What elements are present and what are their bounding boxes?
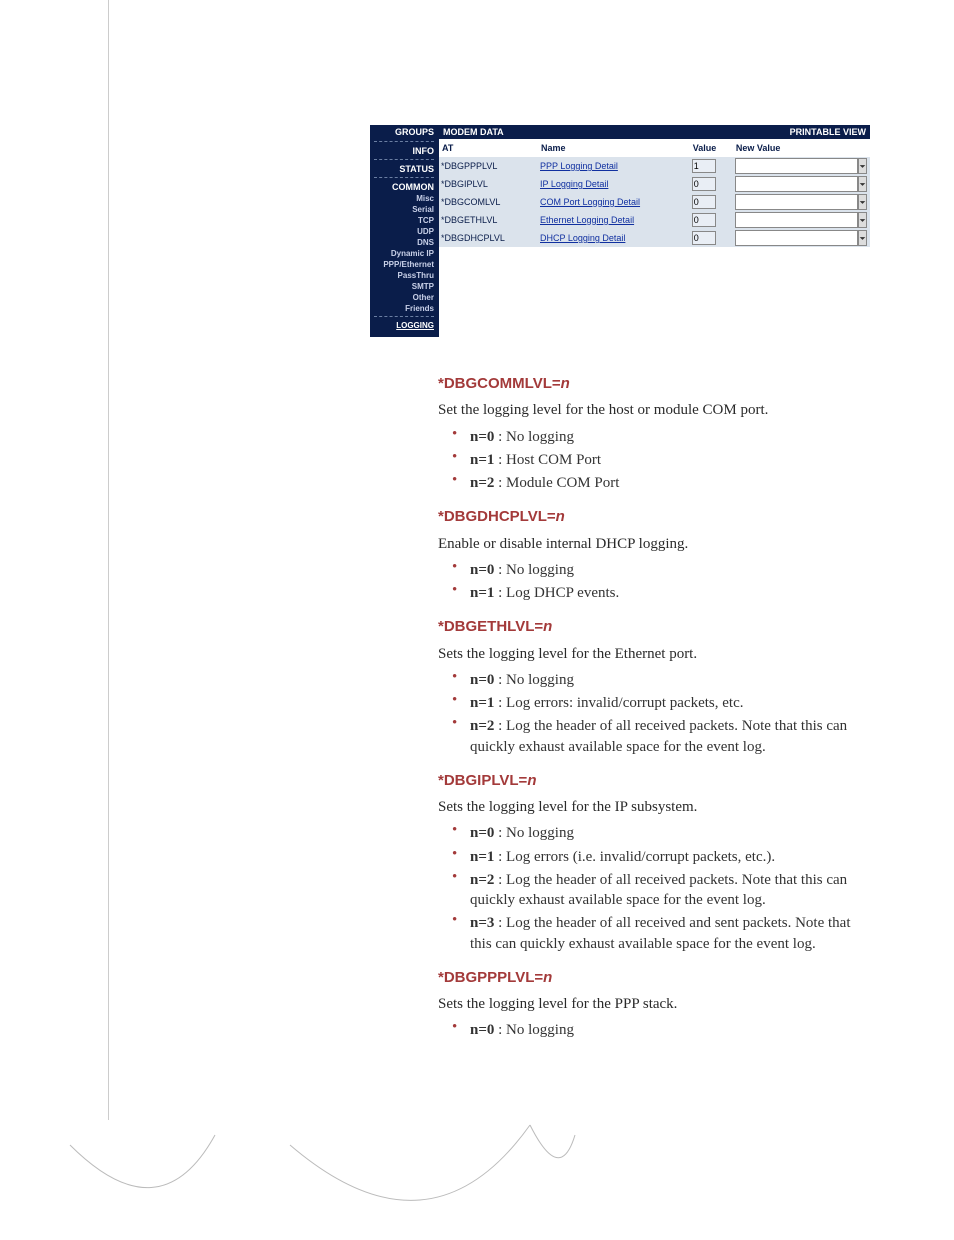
cell-name-link[interactable]: IP Logging Detail xyxy=(538,175,690,193)
newvalue-input[interactable] xyxy=(735,230,858,246)
cell-name-link[interactable]: Ethernet Logging Detail xyxy=(538,211,690,229)
printable-view-link[interactable]: PRINTABLE VIEW xyxy=(790,127,866,137)
sidebar-separator xyxy=(374,141,434,143)
sidebar-item[interactable]: Other xyxy=(370,292,438,303)
cell-name-link[interactable]: COM Port Logging Detail xyxy=(538,193,690,211)
col-name: Name xyxy=(538,139,690,157)
option-item: n=1 : Log errors (i.e. invalid/corrupt p… xyxy=(464,847,868,867)
cell-at: *DBGCOMLVL xyxy=(439,193,538,211)
value-input[interactable] xyxy=(692,195,716,209)
sidebar: GROUPS INFOSTATUSCOMMONMiscSerialTCPUDPD… xyxy=(370,125,438,337)
option-item: n=2 : Log the header of all received pac… xyxy=(464,870,868,911)
newvalue-input[interactable] xyxy=(735,158,858,174)
command-heading: *DBGPPPLVL=n xyxy=(438,968,868,988)
chevron-down-icon[interactable] xyxy=(858,158,867,174)
sidebar-header: GROUPS xyxy=(370,125,438,139)
sidebar-separator xyxy=(374,177,434,179)
sidebar-item[interactable]: Misc xyxy=(370,193,438,204)
sidebar-item[interactable]: Serial xyxy=(370,204,438,215)
option-item: n=2 : Module COM Port xyxy=(464,473,868,493)
cell-at: *DBGPPPLVL xyxy=(439,157,538,175)
sidebar-item[interactable]: INFO xyxy=(370,145,438,157)
command-description: Enable or disable internal DHCP logging. xyxy=(438,534,868,554)
option-item: n=1 : Log errors: invalid/corrupt packet… xyxy=(464,693,868,713)
panel-banner: MODEM DATA PRINTABLE VIEW xyxy=(439,125,870,139)
logging-table: AT Name Value New Value *DBGPPPLVLPPP Lo… xyxy=(439,139,870,247)
cell-at: *DBGDHCPLVL xyxy=(439,229,538,247)
option-list: n=0 : No logging xyxy=(438,1020,868,1040)
sidebar-item[interactable]: SMTP xyxy=(370,281,438,292)
sidebar-item[interactable]: PPP/Ethernet xyxy=(370,259,438,270)
newvalue-input[interactable] xyxy=(735,212,858,228)
option-item: n=0 : No logging xyxy=(464,560,868,580)
command-description: Set the logging level for the host or mo… xyxy=(438,400,868,420)
newvalue-input[interactable] xyxy=(735,176,858,192)
option-list: n=0 : No logging n=1 : Log errors (i.e. i… xyxy=(438,823,868,954)
option-item: n=0 : No logging xyxy=(464,670,868,690)
option-item: n=3 : Log the header of all received and… xyxy=(464,913,868,954)
cell-at: *DBGIPLVL xyxy=(439,175,538,193)
sidebar-item[interactable]: Dynamic IP xyxy=(370,248,438,259)
table-row: *DBGETHLVLEthernet Logging Detail xyxy=(439,211,870,229)
table-row: *DBGDHCPLVLDHCP Logging Detail xyxy=(439,229,870,247)
cell-at: *DBGETHLVL xyxy=(439,211,538,229)
command-heading: *DBGIPLVL=n xyxy=(438,771,868,791)
sidebar-item[interactable]: UDP xyxy=(370,226,438,237)
chevron-down-icon[interactable] xyxy=(858,212,867,228)
command-description: Sets the logging level for the PPP stack… xyxy=(438,994,868,1014)
option-item: n=0 : No logging xyxy=(464,1020,868,1040)
command-description: Sets the logging level for the IP subsys… xyxy=(438,797,868,817)
modem-config-panel: GROUPS INFOSTATUSCOMMONMiscSerialTCPUDPD… xyxy=(370,125,870,337)
sidebar-separator xyxy=(374,316,434,318)
table-row: *DBGPPPLVLPPP Logging Detail xyxy=(439,157,870,175)
command-description: Sets the logging level for the Ethernet … xyxy=(438,644,868,664)
chevron-down-icon[interactable] xyxy=(858,230,867,246)
sidebar-item[interactable]: TCP xyxy=(370,215,438,226)
chevron-down-icon[interactable] xyxy=(858,176,867,192)
command-heading: *DBGCOMMLVL=n xyxy=(438,374,868,394)
sidebar-separator xyxy=(374,159,434,161)
cell-name-link[interactable]: DHCP Logging Detail xyxy=(538,229,690,247)
value-input[interactable] xyxy=(692,231,716,245)
vertical-divider xyxy=(108,0,109,1120)
col-value: Value xyxy=(690,139,733,157)
command-heading: *DBGDHCPLVL=n xyxy=(438,507,868,527)
value-input[interactable] xyxy=(692,159,716,173)
sidebar-item[interactable]: Friends xyxy=(370,303,438,314)
command-heading: *DBGETHLVL=n xyxy=(438,617,868,637)
option-list: n=0 : No logging n=1 : Log errors: invali… xyxy=(438,670,868,757)
newvalue-input[interactable] xyxy=(735,194,858,210)
sidebar-item[interactable]: COMMON xyxy=(370,181,438,193)
col-newvalue: New Value xyxy=(733,139,870,157)
option-item: n=1 : Log DHCP events. xyxy=(464,583,868,603)
banner-left-label: MODEM DATA xyxy=(443,127,504,137)
footer-decoration xyxy=(0,1115,954,1235)
table-row: *DBGIPLVLIP Logging Detail xyxy=(439,175,870,193)
sidebar-item[interactable]: STATUS xyxy=(370,163,438,175)
option-list: n=0 : No logging n=1 : Log DHCP events. xyxy=(438,560,868,604)
value-input[interactable] xyxy=(692,177,716,191)
chevron-down-icon[interactable] xyxy=(858,194,867,210)
sidebar-item[interactable]: LOGGING xyxy=(370,320,438,331)
option-item: n=0 : No logging xyxy=(464,823,868,843)
option-list: n=0 : No logging n=1 : Host COM Port n=2 :… xyxy=(438,427,868,494)
option-item: n=0 : No logging xyxy=(464,427,868,447)
document-body: *DBGCOMMLVL=n Set the logging level for t… xyxy=(438,360,868,1047)
table-row: *DBGCOMLVLCOM Port Logging Detail xyxy=(439,193,870,211)
cell-name-link[interactable]: PPP Logging Detail xyxy=(538,157,690,175)
value-input[interactable] xyxy=(692,213,716,227)
col-at: AT xyxy=(439,139,538,157)
option-item: n=1 : Host COM Port xyxy=(464,450,868,470)
sidebar-item[interactable]: PassThru xyxy=(370,270,438,281)
option-item: n=2 : Log the header of all received pac… xyxy=(464,716,868,757)
sidebar-item[interactable]: DNS xyxy=(370,237,438,248)
